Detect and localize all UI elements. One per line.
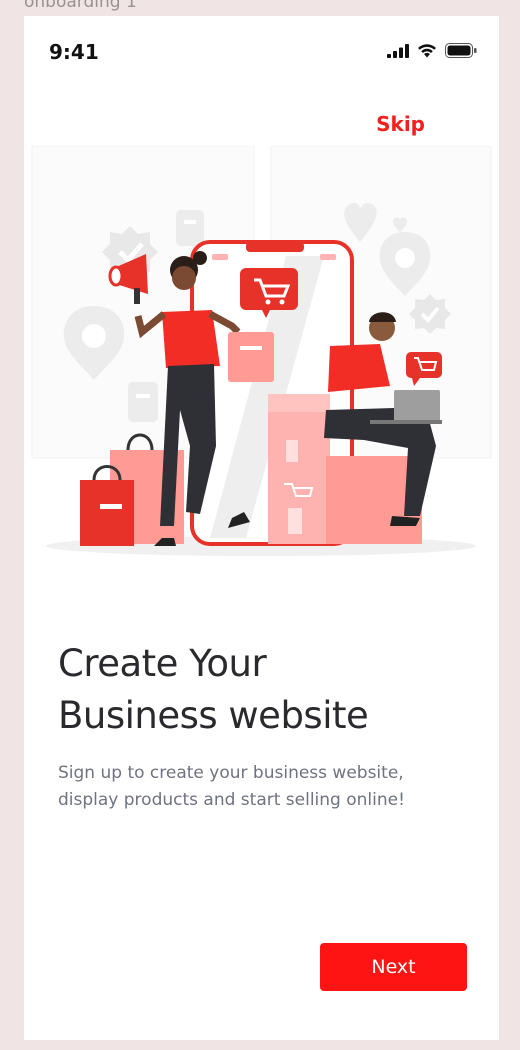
status-icons [387,43,477,63]
onboarding-screen: 9:41 Skip Create Your Business website S… [24,16,499,1040]
online-shopping-illustration [24,145,499,566]
page-subtitle: Sign up to create your business website,… [58,760,478,814]
title-line-1: Create Your [58,642,267,685]
page-title: Create Your Business website [58,638,478,742]
skip-button[interactable]: Skip [376,112,425,136]
status-bar: 9:41 [24,16,499,90]
status-time: 9:41 [49,40,99,64]
subtitle-line-2: display products and start selling onlin… [58,790,405,810]
wifi-icon [417,43,437,63]
title-line-2: Business website [58,694,369,737]
next-button[interactable]: Next [320,943,467,991]
battery-icon [445,43,477,63]
subtitle-line-1: Sign up to create your business website, [58,763,404,783]
frame-label: onboarding 1 [24,0,137,12]
check-badge-icon [409,294,451,334]
cellular-signal-icon [387,43,409,63]
onboarding-text: Create Your Business website Sign up to … [58,638,478,814]
